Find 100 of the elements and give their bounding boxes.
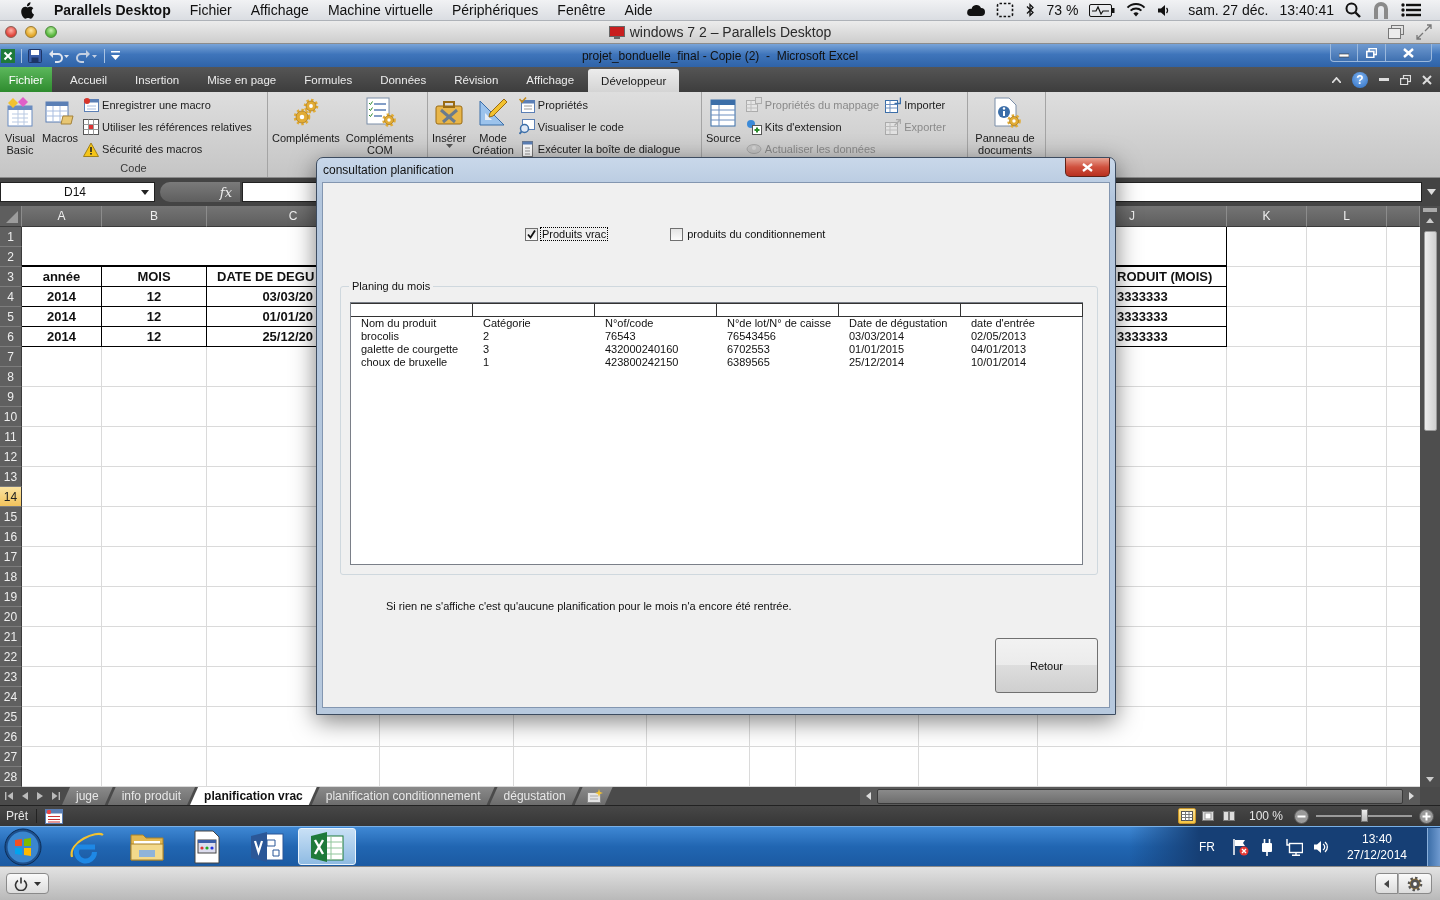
list-cell[interactable]: 3 xyxy=(473,343,595,356)
row-header[interactable]: 9 xyxy=(0,387,22,407)
column-header[interactable] xyxy=(717,303,839,317)
row-header[interactable]: 23 xyxy=(0,667,22,687)
horizontal-scrollbar[interactable] xyxy=(860,787,1420,805)
flag-icon[interactable] xyxy=(1230,837,1249,856)
ribbon-button[interactable]: Propriétés xyxy=(518,97,681,113)
caret-up-icon[interactable] xyxy=(1332,76,1341,83)
list-cell[interactable]: 01/01/2015 xyxy=(839,343,961,356)
row-header[interactable]: 7 xyxy=(0,347,22,367)
ribbon-tab[interactable]: Données xyxy=(366,67,441,92)
row-header[interactable]: 28 xyxy=(0,767,22,787)
ribbon-tab[interactable]: Insertion xyxy=(121,67,194,92)
apple-icon[interactable] xyxy=(20,1,34,19)
row-header[interactable]: 12 xyxy=(0,447,22,467)
bluetooth-icon[interactable] xyxy=(1025,2,1036,18)
customize-icon[interactable] xyxy=(111,49,121,62)
fullscreen-icon[interactable] xyxy=(1416,24,1432,40)
settings-button[interactable] xyxy=(1398,873,1432,894)
start-button[interactable] xyxy=(2,827,44,866)
undo-icon[interactable] xyxy=(48,48,70,63)
ribbon-tab[interactable]: Développeur xyxy=(588,69,680,92)
ribbon-button[interactable]: Enregistrer une macro xyxy=(83,97,252,113)
vertical-scrollbar[interactable] xyxy=(1420,206,1440,787)
list-cell[interactable]: 76543456 xyxy=(717,330,839,343)
menu-item[interactable]: Fichier xyxy=(189,2,232,18)
row-header[interactable]: 26 xyxy=(0,727,22,747)
row-header[interactable]: 22 xyxy=(0,647,22,667)
row-header[interactable]: 11 xyxy=(0,427,22,447)
power-button[interactable] xyxy=(6,873,49,894)
minimize-button[interactable] xyxy=(25,26,37,38)
close-icon[interactable] xyxy=(1422,74,1432,85)
ribbon-button[interactable]: Visual Basic xyxy=(3,92,37,156)
name-box[interactable]: D14 xyxy=(0,182,155,202)
row-header[interactable]: 27 xyxy=(0,747,22,767)
checkbox-label[interactable]: Produits vrac xyxy=(540,227,609,241)
speaker-icon[interactable] xyxy=(1157,3,1170,17)
list-cell[interactable]: 76543 xyxy=(595,330,717,343)
row-header[interactable]: 15 xyxy=(0,507,22,527)
row-header[interactable]: 4 xyxy=(0,287,22,307)
scroll-thumb[interactable] xyxy=(1423,231,1437,431)
row-header[interactable]: 19 xyxy=(0,587,22,607)
ribbon-tab[interactable]: Affichage xyxy=(512,67,589,92)
ribbon-button[interactable]: Mode Création xyxy=(471,92,515,156)
ribbon-button[interactable]: Macros xyxy=(41,92,80,144)
row-header[interactable]: 17 xyxy=(0,547,22,567)
checkbox[interactable] xyxy=(670,227,684,241)
menu-item[interactable]: Machine virtuelle xyxy=(327,2,433,18)
battery-icon[interactable] xyxy=(1089,3,1116,17)
arch-icon[interactable] xyxy=(1372,1,1390,19)
zoom-in-icon[interactable] xyxy=(1419,808,1434,824)
windows-icon[interactable] xyxy=(1388,25,1404,39)
list-cell[interactable]: 1 xyxy=(473,356,595,369)
list-cell[interactable]: 432000240160 xyxy=(595,343,717,356)
list-cell[interactable]: 03/03/2014 xyxy=(839,330,961,343)
minimize-icon[interactable] xyxy=(1379,77,1389,82)
ribbon-tab[interactable]: Formules xyxy=(290,67,367,92)
list-cell[interactable]: 423800242150 xyxy=(595,356,717,369)
row-header[interactable]: 6 xyxy=(0,327,22,347)
search-icon[interactable] xyxy=(1345,2,1361,18)
last-sheet-icon[interactable] xyxy=(52,792,60,800)
minimize-button[interactable] xyxy=(1330,44,1358,62)
ribbon-button[interactable]: Insérer xyxy=(431,92,468,148)
row-header[interactable]: 14 xyxy=(0,487,22,507)
column-header[interactable]: A xyxy=(22,206,102,227)
row-header[interactable]: 5 xyxy=(0,307,22,327)
sheet-tab[interactable]: planification vrac xyxy=(190,787,317,805)
column-header[interactable]: K xyxy=(1227,206,1307,227)
network-icon[interactable] xyxy=(1284,837,1303,856)
taskbar-button[interactable] xyxy=(298,828,356,865)
dashed-square-icon[interactable] xyxy=(996,2,1015,18)
list-cell[interactable]: 2 xyxy=(473,330,595,343)
view-button[interactable] xyxy=(1177,808,1196,824)
sheet-tab[interactable]: juge xyxy=(62,787,113,805)
row-header[interactable]: 18 xyxy=(0,567,22,587)
row-header[interactable]: 1 xyxy=(0,227,22,247)
cloud-icon[interactable] xyxy=(965,4,986,16)
return-button[interactable]: Retour xyxy=(995,638,1098,693)
row-header[interactable]: 2 xyxy=(0,247,22,267)
ribbon-tab[interactable]: Accueil xyxy=(56,67,122,92)
insert-function-button[interactable]: fx xyxy=(160,182,240,202)
ribbon-button[interactable]: Utiliser les références relatives xyxy=(83,119,252,135)
ribbon-button[interactable]: Compléments xyxy=(271,92,341,144)
macro-record-icon[interactable] xyxy=(45,808,63,824)
list-cell[interactable]: 25/12/2014 xyxy=(839,356,961,369)
ribbon-button[interactable]: Panneau de documents xyxy=(971,92,1039,156)
wifi-icon[interactable] xyxy=(1126,3,1147,17)
row-header[interactable]: 25 xyxy=(0,707,22,727)
row-header[interactable]: 8 xyxy=(0,367,22,387)
arrow-up-icon[interactable] xyxy=(1426,218,1434,223)
first-sheet-icon[interactable] xyxy=(5,792,13,800)
arrow-down-icon[interactable] xyxy=(1426,777,1434,782)
row-header[interactable]: 16 xyxy=(0,527,22,547)
menu-item[interactable]: Affichage xyxy=(250,2,309,18)
list-cell[interactable]: Catégorie xyxy=(473,317,595,330)
previous-sheet-icon[interactable] xyxy=(22,792,28,800)
column-header[interactable] xyxy=(961,303,1083,317)
sheet-tab[interactable]: planification conditionnement xyxy=(311,787,495,805)
list-cell[interactable]: 6389565 xyxy=(717,356,839,369)
ribbon-button[interactable]: Sécurité des macros xyxy=(83,141,252,157)
